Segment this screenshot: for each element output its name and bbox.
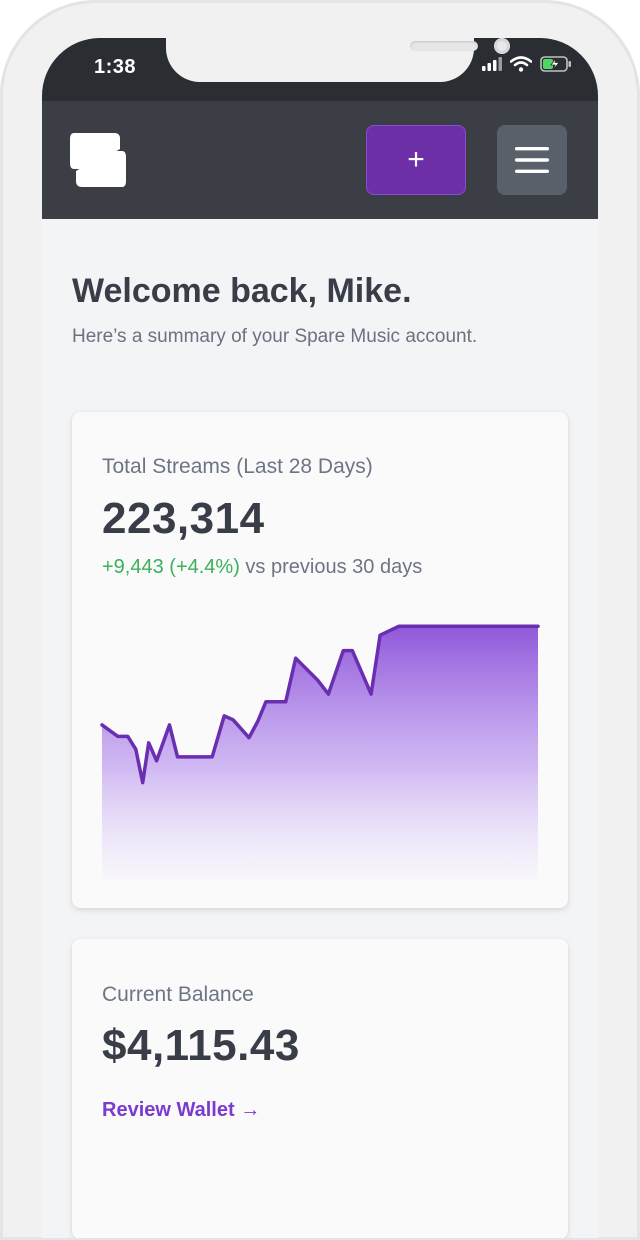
app-screen: 1:38 + Welcome back, Mike. Here’s a summ… (42, 38, 598, 1238)
streams-card: Total Streams (Last 28 Days) 223,314 +9,… (72, 412, 568, 908)
status-bar: 1:38 (42, 38, 598, 101)
notch (166, 38, 510, 82)
streams-change: +9,443 (+4.4%) vs previous 30 days (102, 556, 422, 579)
streams-change-suffix: vs previous 30 days (239, 556, 423, 578)
app-header: + (42, 101, 598, 219)
status-time: 1:38 (94, 56, 137, 78)
streams-chart (100, 624, 540, 880)
phone-mockup: 1:38 + Welcome back, Mike. Here’s a summ… (0, 0, 640, 1240)
streams-value: 223,314 (102, 494, 265, 543)
page-title: Welcome back, Mike. (72, 272, 412, 310)
hamburger-icon (515, 147, 549, 173)
add-button[interactable]: + (366, 125, 466, 195)
balance-value: $4,115.43 (102, 1021, 300, 1070)
plus-icon: + (407, 143, 425, 176)
status-icons (482, 56, 572, 72)
page-subtitle: Here’s a summary of your Spare Music acc… (72, 326, 478, 347)
streams-label: Total Streams (Last 28 Days) (102, 455, 373, 478)
balance-card: Current Balance $4,115.43 Review Wallet … (72, 939, 568, 1238)
balance-label: Current Balance (102, 983, 254, 1006)
chart-area (102, 626, 538, 880)
spare-logo[interactable] (68, 129, 128, 191)
speaker-grille (410, 41, 478, 51)
streams-change-value: +9,443 (+4.4%) (102, 556, 240, 578)
battery-charging-icon (540, 56, 571, 72)
wifi-icon (510, 56, 532, 72)
front-camera (494, 38, 510, 54)
cellular-signal-icon (482, 57, 502, 71)
menu-button[interactable] (497, 125, 567, 195)
review-wallet-link[interactable]: Review Wallet → (102, 1099, 260, 1122)
